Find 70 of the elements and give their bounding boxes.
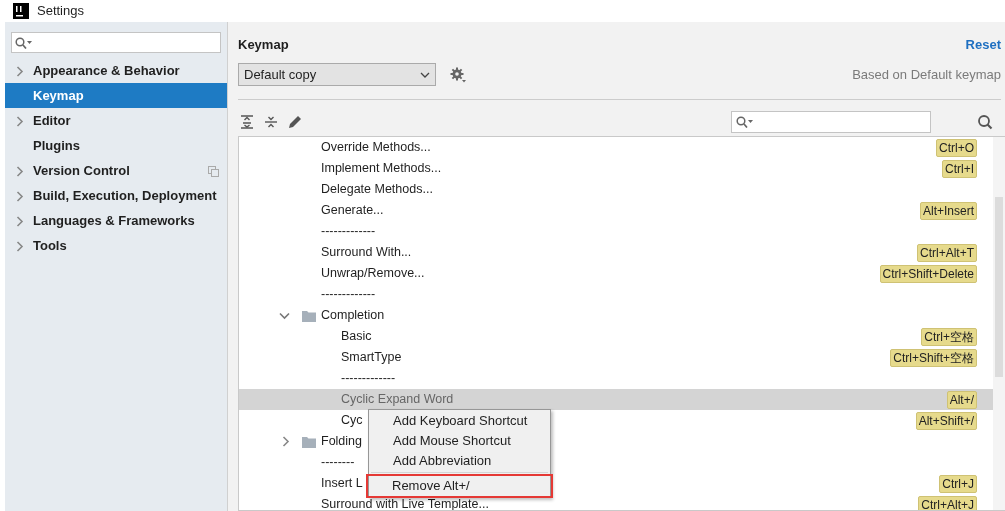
action-label: ------------- [321,223,376,241]
sidebar-item[interactable]: Version Control [5,158,227,183]
action-label: SmartType [341,349,402,367]
action-label: Surround with Live Template... [321,496,489,510]
action-label: Insert L [321,475,363,493]
settings-icon[interactable] [450,66,467,83]
shortcut-badge: Alt+Insert [919,201,977,220]
sidebar-item[interactable]: Plugins [5,133,227,158]
action-label: ------------- [321,286,376,304]
action-label: -------- [321,454,355,472]
shortcut-badge: Ctrl+Shift+空格 [890,348,977,367]
folder-icon [302,435,316,448]
shortcut-search-field[interactable] [731,111,931,133]
chevron-right-icon[interactable] [16,65,24,77]
menu-item[interactable]: Add Abbreviation [369,451,550,471]
scrollbar-thumb[interactable] [995,197,1003,377]
chevron-right-icon[interactable] [16,190,24,202]
chevron-right-icon[interactable] [16,215,24,227]
sidebar-item[interactable]: Editor [5,108,227,133]
action-label: Implement Methods... [321,160,442,178]
chevron-right-icon[interactable] [16,165,24,177]
sidebar-item[interactable]: Keymap [5,83,227,108]
action-label: Surround With... [321,244,412,262]
chevron-down-icon[interactable] [279,311,290,320]
sidebar-item[interactable]: Appearance & Behavior [5,58,227,83]
menu-item[interactable]: Add Keyboard Shortcut [369,411,550,431]
based-on-label: Based on Default keymap [852,65,1001,84]
action-label: Delegate Methods... [321,181,433,199]
page-title: Keymap [238,36,289,54]
search-icon [736,116,754,128]
menu-item[interactable]: Remove Alt+/ [368,476,551,496]
action-label: Generate... [321,202,384,220]
collapse-all-icon[interactable] [264,115,278,129]
action-label: Unwrap/Remove... [321,265,425,283]
shortcut-badge: Ctrl+Alt+J [918,495,977,510]
shortcut-badge: Ctrl+J [939,474,977,493]
action-label: Basic [341,328,372,346]
shortcut-badge: Ctrl+Shift+Delete [879,264,977,283]
search-field[interactable] [11,32,221,53]
shortcut-badge: Alt+Shift+/ [915,411,977,430]
pencil-icon[interactable] [288,115,302,129]
sidebar-item[interactable]: Languages & Frameworks [5,208,227,233]
action-label: Cyc [341,412,363,430]
keymap-dropdown[interactable]: Default copy [238,63,436,86]
chevron-down-icon [420,71,430,78]
shortcut-badge: Ctrl+O [936,138,977,157]
shortcut-badge: Alt+/ [946,390,977,409]
app-logo-icon [13,3,29,19]
folder-label: Folding [321,433,362,451]
shortcut-badge: Ctrl+Alt+T [917,243,977,262]
sidebar-item[interactable]: Tools [5,233,227,258]
chevron-right-icon[interactable] [282,436,290,447]
action-label: ------------- [341,370,396,388]
menu-item[interactable]: Add Mouse Shortcut [369,431,550,451]
find-by-shortcut-icon[interactable] [977,114,993,130]
expand-all-icon[interactable] [240,115,254,129]
action-label: Override Methods... [321,139,431,157]
chevron-right-icon[interactable] [16,240,24,252]
search-icon [15,36,33,49]
action-label: Cyclic Expand Word [341,391,454,409]
selected-row[interactable]: Cyclic Expand Word Alt+/ [239,389,993,410]
window-title: Settings [37,2,84,21]
reset-link[interactable]: Reset [965,35,1001,63]
chevron-right-icon[interactable] [16,115,24,127]
shortcut-badge: Ctrl+I [942,159,977,178]
shortcut-badge: Ctrl+空格 [921,327,977,346]
folder-label: Completion [321,307,385,325]
folder-icon [302,309,316,322]
project-scope-icon [208,165,219,177]
sidebar-item[interactable]: Build, Execution, Deployment [5,183,227,208]
